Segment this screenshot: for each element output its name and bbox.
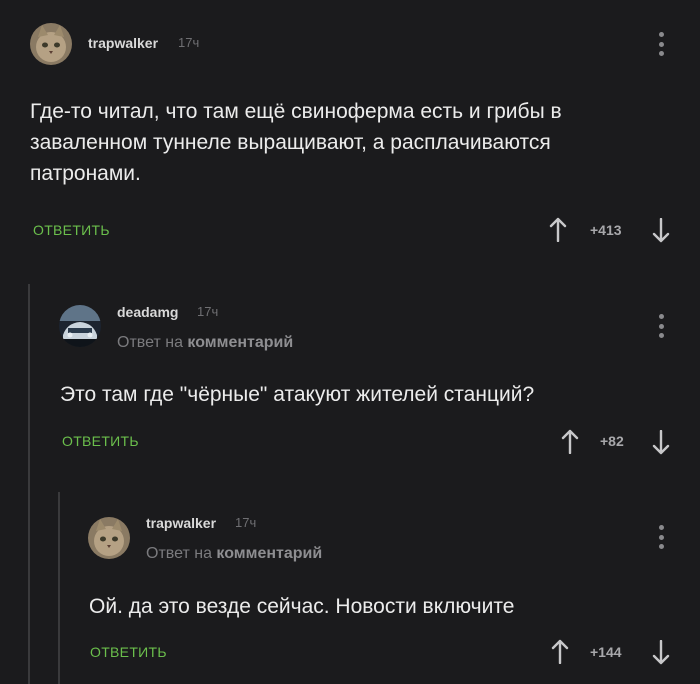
timestamp: 17ч (235, 515, 257, 530)
reply-to-label: Ответ на комментарий (146, 545, 322, 563)
downvote-icon[interactable] (651, 430, 671, 456)
reply-target-link[interactable]: комментарий (216, 545, 322, 562)
avatar[interactable] (30, 23, 72, 65)
reply-target-link[interactable]: комментарий (187, 334, 293, 351)
rating-count: +413 (590, 222, 622, 238)
comment-text: Это там где "чёрные" атакуют жителей ста… (60, 383, 535, 406)
more-options-icon[interactable] (658, 314, 664, 338)
reply-button[interactable]: ОТВЕТИТЬ (90, 644, 167, 660)
comment-text: Где-то читал, что там ещё свиноферма ест… (30, 100, 562, 185)
comment: trapwalker 17ч Ответ на комментарий Ой. … (0, 492, 700, 684)
reply-to-label: Ответ на комментарий (117, 334, 293, 352)
rating-count: +144 (590, 644, 622, 660)
upvote-icon[interactable] (548, 216, 568, 242)
reply-prefix: Ответ на (146, 545, 212, 562)
rating-count: +82 (600, 433, 624, 449)
reply-button[interactable]: ОТВЕТИТЬ (62, 433, 139, 449)
avatar[interactable] (88, 517, 130, 559)
more-options-icon[interactable] (658, 525, 664, 549)
upvote-icon[interactable] (560, 428, 580, 454)
reply-button[interactable]: ОТВЕТИТЬ (33, 222, 110, 238)
comment: trapwalker 17ч Где-то читал, что там ещё… (0, 0, 700, 260)
username[interactable]: trapwalker (88, 35, 158, 51)
comment: deadamg 17ч Ответ на комментарий Это там… (0, 284, 700, 484)
username[interactable]: deadamg (117, 304, 178, 320)
avatar[interactable] (59, 305, 101, 347)
downvote-icon[interactable] (651, 218, 671, 244)
comment-text: Ой. да это везде сейчас. Новости включит… (89, 595, 515, 618)
more-options-icon[interactable] (658, 32, 664, 56)
timestamp: 17ч (178, 35, 200, 50)
reply-prefix: Ответ на (117, 334, 183, 351)
upvote-icon[interactable] (550, 638, 570, 664)
username[interactable]: trapwalker (146, 515, 216, 531)
downvote-icon[interactable] (651, 640, 671, 666)
timestamp: 17ч (197, 304, 219, 319)
